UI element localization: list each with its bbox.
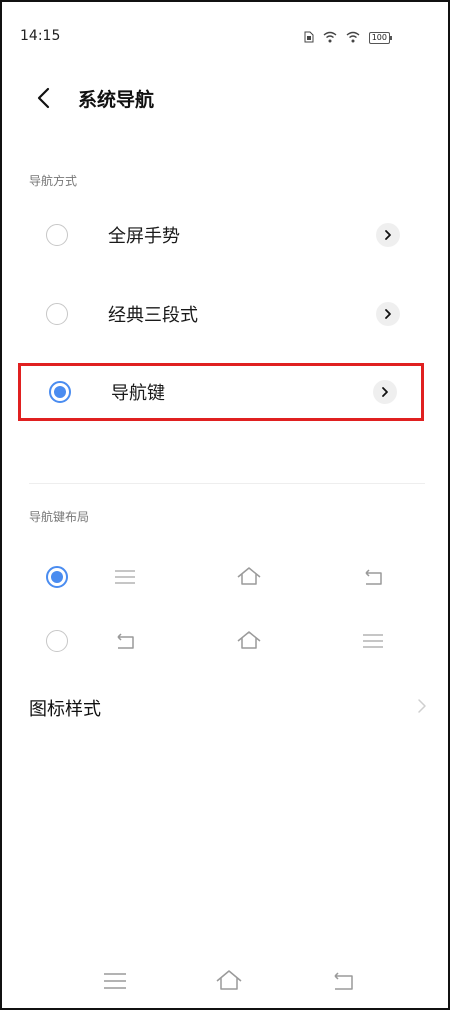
status-bar: 14:15 100 — [2, 2, 448, 72]
option-label: 全屏手势 — [108, 226, 180, 247]
bottom-nav-bar — [2, 962, 448, 1002]
chevron-right-button[interactable] — [376, 302, 400, 326]
back-icon — [359, 563, 387, 591]
chevron-right-button[interactable] — [373, 380, 397, 404]
chevron-right-icon — [416, 697, 428, 719]
chevron-right-icon — [385, 230, 391, 240]
home-icon[interactable] — [214, 966, 244, 996]
sim-card-icon — [304, 28, 314, 47]
back-icon — [111, 627, 139, 655]
phone-screen: 14:15 100 系统导航 导航方式 全屏手势 经典三段式 导航键 导航键布局… — [0, 0, 450, 1010]
section-label-nav-mode: 导航方式 — [29, 174, 78, 188]
key-layout-option-1[interactable] — [2, 557, 448, 597]
chevron-right-icon — [385, 309, 391, 319]
key-layout-option-2[interactable] — [2, 621, 448, 661]
icon-style-row[interactable]: 图标样式 — [2, 687, 448, 727]
wifi-icon — [323, 28, 337, 47]
radio-button-selected[interactable] — [49, 381, 71, 403]
chevron-right-icon — [382, 387, 388, 397]
nav-option-fullscreen-gesture[interactable]: 全屏手势 — [18, 206, 424, 264]
radio-button-selected[interactable] — [46, 566, 68, 588]
home-icon — [235, 563, 263, 591]
option-label: 经典三段式 — [108, 305, 198, 326]
chevron-right-button[interactable] — [376, 223, 400, 247]
back-icon[interactable] — [328, 966, 358, 996]
menu-icon — [111, 563, 139, 591]
menu-icon[interactable] — [100, 966, 130, 996]
radio-button[interactable] — [46, 224, 68, 246]
nav-option-classic-three-button[interactable]: 经典三段式 — [18, 285, 424, 343]
title-bar: 系统导航 — [2, 77, 448, 121]
chevron-left-icon — [37, 87, 50, 109]
wifi-icon — [346, 28, 360, 47]
back-button[interactable] — [30, 83, 60, 113]
status-time: 14:15 — [20, 28, 61, 44]
battery-icon: 100 — [368, 31, 393, 44]
home-icon — [235, 627, 263, 655]
section-label-key-layout: 导航键布局 — [29, 510, 90, 524]
status-icons: 100 — [304, 28, 393, 47]
nav-option-nav-keys[interactable]: 导航键 — [18, 363, 424, 421]
icon-style-label: 图标样式 — [29, 699, 101, 720]
menu-icon — [359, 627, 387, 655]
option-label: 导航键 — [111, 383, 165, 404]
radio-button[interactable] — [46, 630, 68, 652]
page-title: 系统导航 — [78, 89, 155, 111]
divider — [29, 483, 425, 484]
radio-button[interactable] — [46, 303, 68, 325]
